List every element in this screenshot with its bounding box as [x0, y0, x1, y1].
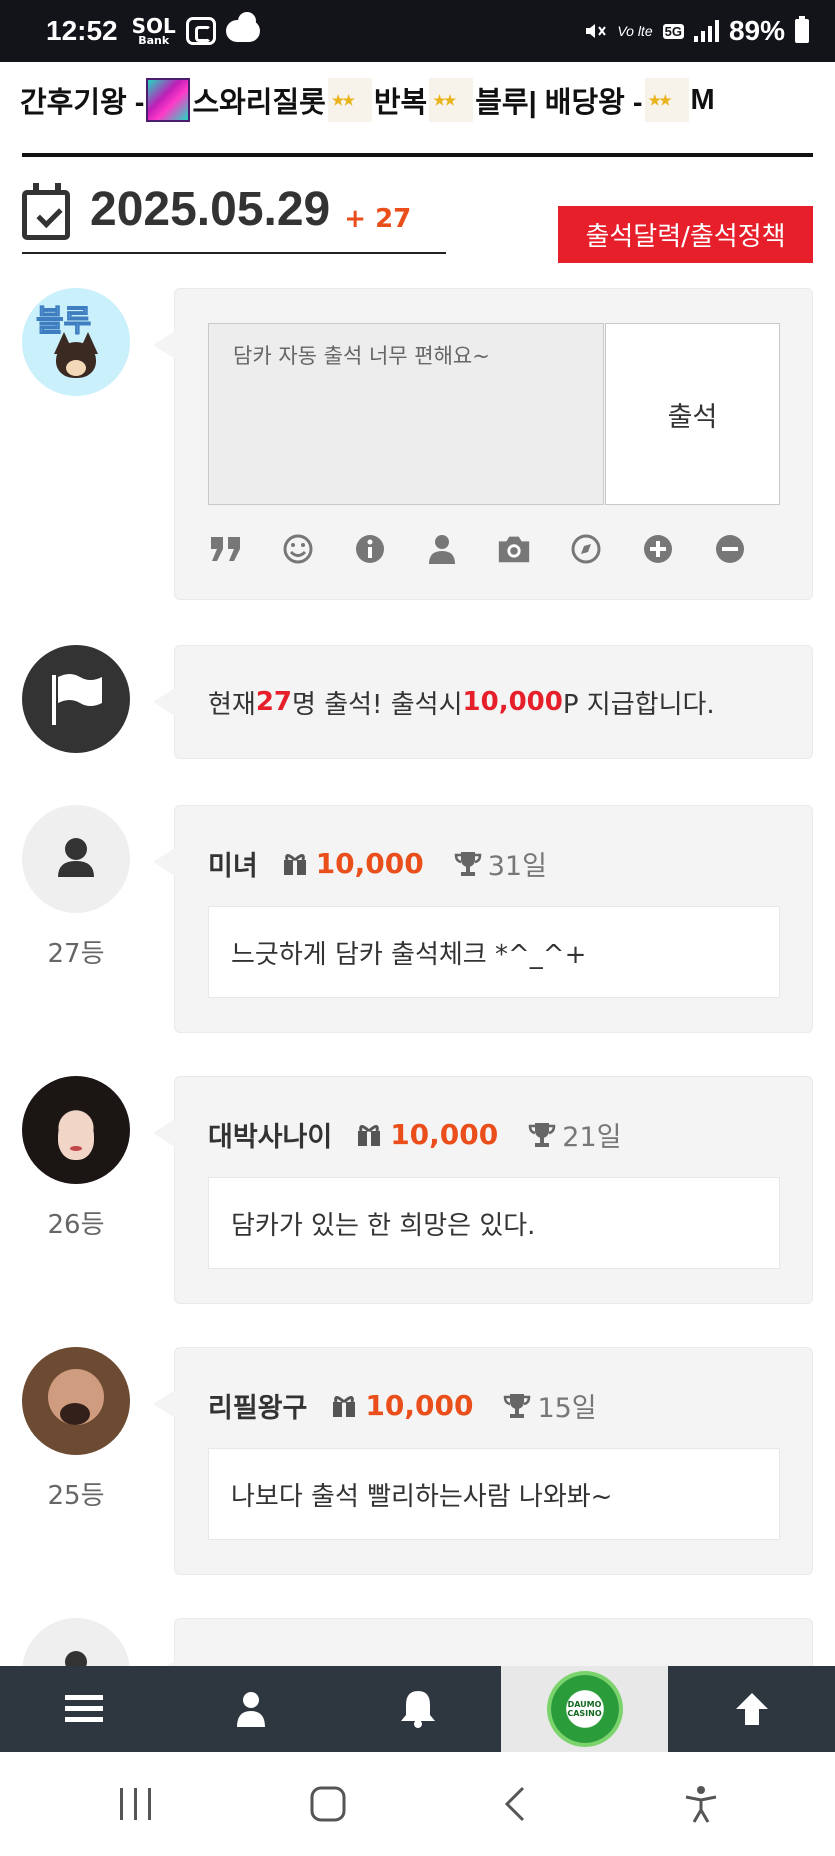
points-value: 10,000 — [365, 1389, 474, 1422]
streak-days: 31일 — [487, 851, 547, 882]
gift-icon — [283, 853, 306, 875]
bottom-nav: DAUMO CASINO — [0, 1666, 835, 1752]
attend-submit-button[interactable]: 출석 — [605, 323, 780, 505]
dog-avatar-icon — [48, 332, 104, 382]
list-item: 리필왕구 10,000 15일 나보다 출석 빨리하는사람 나와봐~ — [153, 1347, 813, 1575]
system-indicators: Vo lte 5G 89% — [583, 15, 809, 47]
battery-icon — [795, 16, 809, 43]
points-value: 10,000 — [315, 847, 424, 880]
accessibility-icon[interactable] — [683, 1784, 719, 1824]
nickname[interactable]: 미녀 — [208, 844, 258, 883]
notification-button[interactable] — [334, 1666, 501, 1752]
attendance-message: 담카가 있는 한 희망은 있다. — [208, 1177, 780, 1269]
minus-circle-icon[interactable] — [712, 531, 748, 567]
user-icon[interactable] — [424, 531, 460, 567]
ranking-user-1[interactable]: 스와리질롯 — [192, 79, 325, 121]
signal-icon — [693, 20, 719, 42]
notice-avatar — [22, 645, 130, 753]
attendance-count: + 27 — [344, 204, 412, 234]
notice-count: 27 — [255, 687, 293, 717]
attendance-message: 느긋하게 담카 출석체크 *^_^+ — [208, 906, 780, 998]
level-gem-icon — [146, 78, 191, 122]
notice-points: 10,000 — [462, 687, 563, 717]
avatar[interactable] — [22, 805, 130, 913]
attendance-message: 나보다 출석 빨리하는사람 나와봐~ — [208, 1448, 780, 1540]
emoticon-icon[interactable] — [280, 531, 316, 567]
rank-label: 25등 — [47, 1481, 105, 1511]
plus-circle-icon[interactable] — [640, 531, 676, 567]
nickname[interactable]: 리필왕구 — [208, 1386, 307, 1425]
menu-button[interactable] — [0, 1666, 167, 1752]
home-logo-button[interactable]: DAUMO CASINO — [501, 1666, 668, 1752]
menu-icon — [64, 1695, 103, 1722]
comment-textarea[interactable]: 담카 자동 출석 너무 편해요~ — [208, 323, 604, 505]
compass-icon[interactable] — [568, 531, 604, 567]
attendance-form: 담카 자동 출석 너무 편해요~ 출석 — [153, 288, 813, 600]
ranking-user-4[interactable]: M — [691, 84, 715, 117]
level-star-icon — [644, 78, 689, 122]
my-avatar: 블루 — [22, 288, 130, 396]
trophy-icon — [454, 851, 482, 876]
attendance-notice: 현재 27 명 출석! 출석시 10,000 P 지급합니다. — [153, 645, 813, 759]
list-item: 미녀 10,000 31일 느긋하게 담카 출석체크 *^_^+ — [153, 805, 813, 1033]
bell-icon — [400, 1691, 435, 1728]
casino-logo: DAUMO CASINO — [550, 1675, 619, 1743]
nickname[interactable]: 대박사나이 — [208, 1115, 332, 1154]
trophy-icon — [529, 1122, 556, 1147]
sol-bank-icon: SOL Bank — [131, 13, 176, 47]
notification-icons: SOL Bank — [131, 12, 260, 47]
level-star-icon — [429, 78, 474, 122]
ranking-title-dividend: | 배당왕 - — [528, 87, 643, 119]
quote-icon[interactable] — [208, 531, 244, 567]
level-star-icon — [327, 78, 372, 122]
camera-icon[interactable] — [496, 531, 532, 567]
ranking-user-3[interactable]: 블루 — [475, 79, 528, 121]
status-time: 12:52 — [46, 15, 118, 46]
ranking-user-2[interactable]: 반복 — [374, 79, 427, 121]
calendar-check-icon — [22, 183, 70, 240]
cloud-icon — [225, 12, 260, 42]
status-bar: 12:52 SOL Bank Vo lte 5G 89% — [0, 0, 835, 62]
info-icon[interactable] — [352, 531, 388, 567]
rank-label: 27등 — [47, 939, 105, 969]
home-icon[interactable] — [308, 1784, 348, 1824]
streak-days: 21일 — [562, 1122, 622, 1153]
android-navigation-bar — [0, 1752, 835, 1856]
mute-icon — [586, 24, 607, 38]
gift-icon — [358, 1124, 381, 1146]
profile-button[interactable] — [167, 1666, 334, 1752]
notice-prefix: 현재 — [208, 689, 256, 720]
avatar[interactable] — [22, 1347, 130, 1455]
recent-apps-icon[interactable] — [116, 1786, 156, 1822]
date-header: 2025.05.29 + 27 — [22, 180, 446, 254]
5g-icon: 5G — [662, 23, 684, 39]
streak-days: 15일 — [537, 1393, 597, 1424]
rank-label: 26등 — [47, 1210, 105, 1240]
scroll-top-button[interactable] — [668, 1666, 835, 1752]
ranking-ticker[interactable]: 간후기왕 - 스와리질롯 반복 블루 | 배당왕 - M — [20, 70, 835, 130]
flag-icon — [52, 674, 102, 725]
gift-icon — [333, 1395, 356, 1417]
battery-percent: 89% — [728, 15, 785, 46]
avatar[interactable] — [22, 1076, 130, 1184]
list-item: 대박사나이 10,000 21일 담카가 있는 한 희망은 있다. — [153, 1076, 813, 1304]
user-icon — [58, 838, 94, 877]
trophy-icon — [504, 1393, 531, 1418]
notice-mid: 명 출석! 출석시 — [292, 689, 463, 720]
notice-suffix: P 지급합니다. — [562, 689, 715, 720]
attendance-date: 2025.05.29 — [90, 183, 331, 236]
ranking-title-review: 간후기왕 - — [20, 87, 145, 119]
back-icon[interactable] — [501, 1784, 531, 1824]
points-value: 10,000 — [390, 1118, 499, 1151]
calendar-policy-button[interactable]: 출석달력/출석정책 — [558, 206, 813, 263]
arrow-up-icon — [735, 1693, 768, 1725]
editor-toolbar — [208, 529, 748, 569]
user-icon — [236, 1692, 265, 1727]
app-notification-icon — [185, 17, 216, 45]
divider — [22, 153, 813, 157]
volte-label: Vo lte — [617, 23, 653, 39]
